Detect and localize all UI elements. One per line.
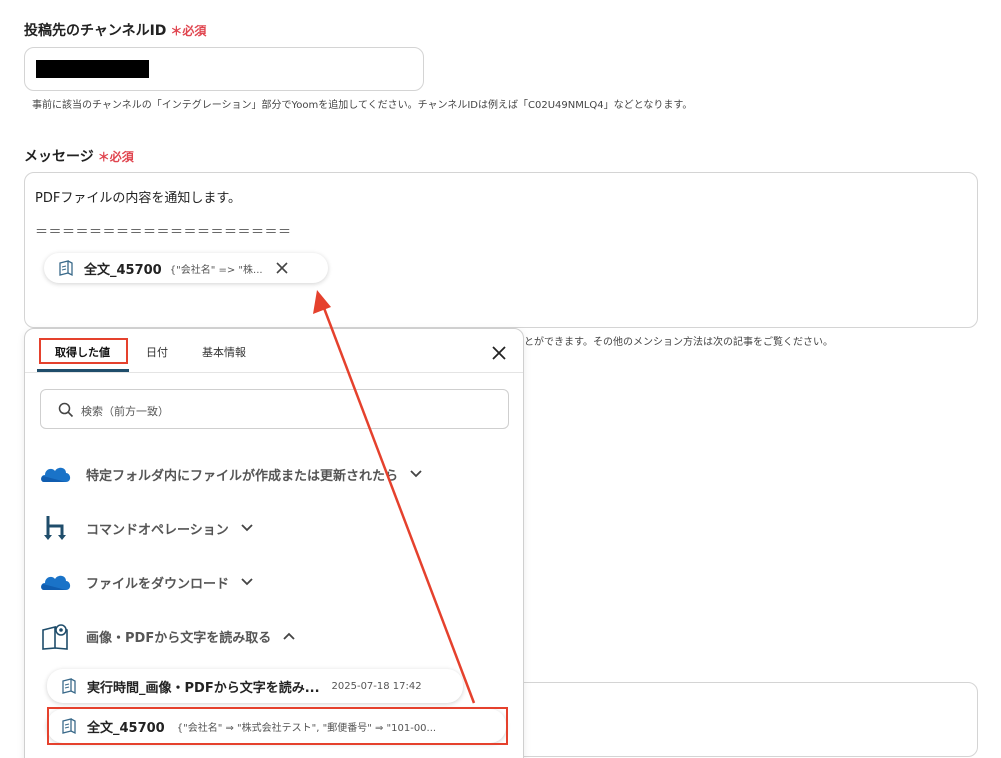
chip-value: {"会社名" => "株... (169, 264, 263, 276)
message-label-text: メッセージ (24, 149, 94, 165)
message-line-1: PDFファイルの内容を通知します。 (35, 191, 242, 206)
required-badge: ＊必須 (170, 24, 207, 38)
command-branch-icon (44, 516, 66, 540)
chevron-up-icon (283, 632, 295, 640)
section-label: 特定フォルダ内にファイルが作成または更新されたら (86, 468, 399, 484)
search-input[interactable]: 検索（前方一致） (40, 389, 509, 429)
active-tab-underline (37, 369, 129, 372)
panel-tabs: 取得した値 日付 基本情報 (25, 329, 523, 373)
highlight-box-chip (47, 707, 508, 745)
highlight-box-tab (39, 338, 128, 364)
inserted-variable-chip[interactable]: 全文_45700 {"会社名" => "株... (44, 253, 328, 283)
chevron-down-icon (241, 578, 253, 586)
chip-value: 2025-07-18 17:42 (331, 680, 422, 692)
search-icon (58, 402, 74, 418)
chip-name: 全文_45700 (84, 262, 162, 278)
tab-date[interactable]: 日付 (146, 344, 168, 360)
ocr-book-icon (42, 624, 68, 650)
channel-id-hint: 事前に該当のチャンネルの「インテグレーション」部分でYoomを追加してください。… (32, 100, 693, 111)
onedrive-icon (41, 575, 71, 590)
section-ocr[interactable]: 画像・PDFから文字を読み取る (40, 620, 295, 652)
required-badge: ＊必須 (97, 150, 134, 164)
channel-id-label-text: 投稿先のチャンネルID (24, 23, 167, 39)
remove-chip-icon[interactable] (275, 261, 289, 275)
next-field-input[interactable] (500, 682, 978, 757)
document-icon (62, 678, 76, 695)
chip-name: 実行時間_画像・PDFから文字を読み... (87, 680, 320, 696)
tab-basic-info[interactable]: 基本情報 (202, 344, 246, 360)
section-label: ファイルをダウンロード (86, 576, 230, 592)
message-line-2: ＝＝＝＝＝＝＝＝＝＝＝＝＝＝＝＝＝＝＝ (35, 225, 292, 240)
channel-id-label: 投稿先のチャンネルID ＊必須 (24, 20, 206, 40)
section-onedrive-trigger[interactable]: 特定フォルダ内にファイルが作成または更新されたら (40, 458, 422, 490)
section-file-download[interactable]: ファイルをダウンロード (40, 566, 253, 598)
channel-id-input[interactable] (24, 47, 424, 91)
mention-hint: とができます。その他のメンション方法は次の記事をご覧ください。 (524, 337, 833, 348)
redacted-value (36, 60, 149, 78)
section-command-operation[interactable]: コマンドオペレーション (40, 512, 253, 544)
section-label: 画像・PDFから文字を読み取る (86, 630, 272, 646)
variable-chip-exec-time[interactable]: 実行時間_画像・PDFから文字を読み... 2025-07-18 17:42 (47, 669, 463, 703)
search-placeholder: 検索（前方一致） (81, 405, 169, 418)
message-label: メッセージ ＊必須 (24, 146, 134, 166)
document-icon (59, 260, 73, 277)
message-textarea[interactable]: PDFファイルの内容を通知します。 ＝＝＝＝＝＝＝＝＝＝＝＝＝＝＝＝＝＝＝ (24, 172, 978, 328)
chevron-down-icon (410, 470, 422, 478)
onedrive-icon (41, 467, 71, 482)
close-icon[interactable] (491, 345, 507, 361)
chevron-down-icon (241, 524, 253, 532)
section-label: コマンドオペレーション (86, 522, 229, 538)
